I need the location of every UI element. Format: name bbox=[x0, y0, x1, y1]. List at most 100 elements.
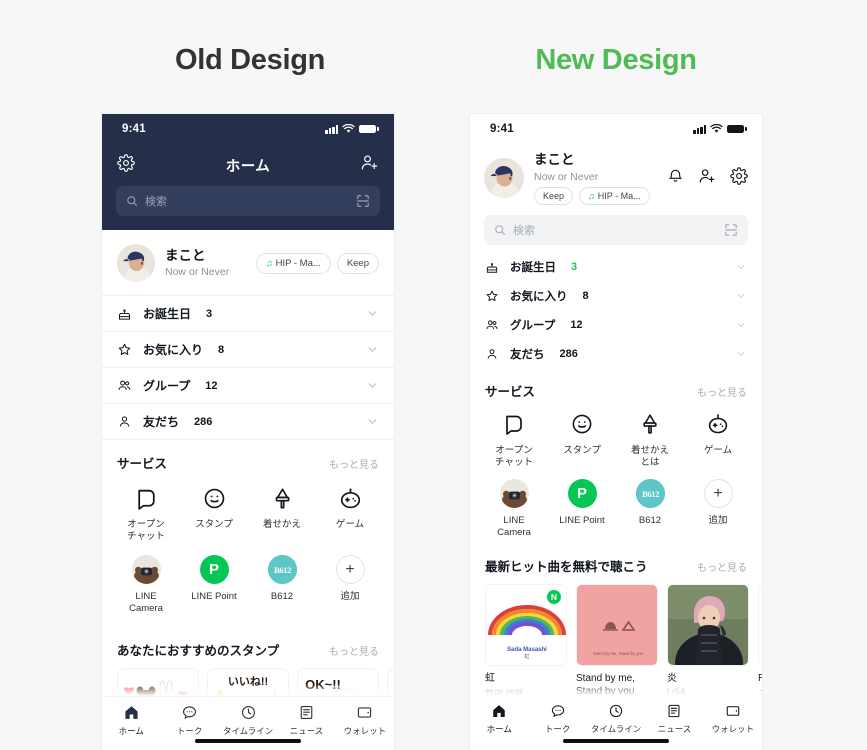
service-add[interactable]: + 追加 bbox=[684, 479, 752, 539]
service-add[interactable]: + 追加 bbox=[316, 555, 384, 615]
tab-talk[interactable]: トーク bbox=[528, 703, 586, 735]
service-label: 追加 bbox=[340, 590, 360, 602]
list-item-birthday[interactable]: お誕生日 3 bbox=[102, 296, 394, 332]
service-label: LINE Point bbox=[559, 514, 605, 526]
services-more-link[interactable]: もっと見る bbox=[329, 456, 379, 471]
list-item-favorites[interactable]: お気に入り 8 bbox=[470, 282, 762, 311]
list-item-friends[interactable]: 友だち 286 bbox=[470, 340, 762, 369]
list-item-groups[interactable]: グループ 12 bbox=[470, 311, 762, 340]
cake-icon bbox=[119, 309, 130, 320]
wifi-icon bbox=[710, 124, 723, 133]
tab-home[interactable]: ホーム bbox=[102, 704, 160, 737]
list-item-friends[interactable]: 友だち 286 bbox=[102, 404, 394, 440]
chevron-down-icon[interactable] bbox=[735, 348, 747, 360]
service-label: スタンプ bbox=[563, 444, 601, 456]
list-item-label: お誕生日 bbox=[510, 262, 556, 275]
add-person-icon[interactable] bbox=[698, 167, 716, 190]
services-more-link[interactable]: もっと見る bbox=[697, 384, 747, 399]
bell-icon[interactable] bbox=[667, 167, 684, 189]
chevron-down-icon[interactable] bbox=[366, 415, 379, 428]
game-robot-icon bbox=[338, 483, 363, 513]
service-line-point[interactable]: P LINE Point bbox=[180, 555, 248, 615]
service-sticker[interactable]: スタンプ bbox=[180, 483, 248, 543]
chevron-down-icon[interactable] bbox=[366, 343, 379, 356]
tab-label: トーク bbox=[544, 724, 571, 734]
service-b612[interactable]: B612 B612 bbox=[248, 555, 316, 615]
service-label: LINE Camera bbox=[129, 590, 163, 614]
chevron-down-icon[interactable] bbox=[735, 261, 747, 273]
list-item-count: 3 bbox=[571, 261, 578, 274]
service-b612[interactable]: B612 B612 bbox=[616, 479, 684, 539]
search-placeholder: 検索 bbox=[513, 224, 535, 237]
service-openchat[interactable]: オープン チャット bbox=[480, 409, 548, 469]
service-label: 着せかえ bbox=[262, 519, 301, 530]
music-card[interactable]: 炎 LiSA bbox=[667, 584, 749, 700]
home-indicator bbox=[195, 738, 301, 743]
profile-row[interactable]: まこと Now or Never ♫ HIP - Ma... Keep bbox=[102, 230, 394, 296]
service-game[interactable]: ゲーム bbox=[684, 409, 752, 469]
svg-text:B612: B612 bbox=[274, 565, 291, 575]
service-label: LINE Camera bbox=[497, 514, 531, 538]
chevron-down-icon[interactable] bbox=[366, 307, 379, 320]
status-bar: 9:41 bbox=[102, 114, 394, 144]
avatar[interactable] bbox=[117, 244, 155, 282]
tab-talk[interactable]: トーク bbox=[160, 704, 218, 737]
keep-chip-label: Keep bbox=[543, 190, 565, 201]
tab-wallet[interactable]: ウォレット bbox=[704, 703, 762, 735]
list-item-label: お気に入り bbox=[510, 291, 568, 304]
service-theme[interactable]: 着せかえ bbox=[248, 483, 316, 543]
music-card[interactable]: Stand by me, Stand by you Stand by me, S… bbox=[576, 584, 658, 700]
stickers-more-link[interactable]: もっと見る bbox=[329, 643, 379, 658]
keep-chip[interactable]: Keep bbox=[336, 252, 379, 274]
service-line-camera[interactable]: LINE Camera bbox=[112, 555, 180, 615]
list-item-label: お誕生日 bbox=[143, 307, 192, 321]
service-openchat[interactable]: オープン チャット bbox=[112, 483, 180, 543]
services-heading: サービス bbox=[117, 457, 168, 471]
list-item-favorites[interactable]: お気に入り 8 bbox=[102, 332, 394, 368]
music-chip[interactable]: ♫ HIP - Ma... bbox=[579, 186, 650, 205]
gear-icon[interactable] bbox=[117, 153, 135, 177]
tab-news[interactable]: ニュース bbox=[645, 703, 703, 735]
tab-timeline[interactable]: タイムライン bbox=[219, 704, 277, 737]
chevron-down-icon[interactable] bbox=[735, 319, 747, 331]
add-person-icon[interactable] bbox=[360, 153, 379, 177]
music-card[interactable]: Sada Masashi 虹 N 虹 菅田 将暉 bbox=[485, 584, 567, 700]
scan-code-icon[interactable] bbox=[356, 194, 370, 208]
tab-label: トーク bbox=[176, 726, 203, 736]
tab-label: タイムライン bbox=[590, 724, 642, 734]
search-input[interactable]: 検索 bbox=[116, 186, 380, 216]
svg-text:Stand by me, Stand by you: Stand by me, Stand by you bbox=[593, 651, 644, 656]
service-theme[interactable]: 着せかえ とは bbox=[616, 409, 684, 469]
person-icon bbox=[119, 416, 130, 427]
keep-chip[interactable]: Keep bbox=[534, 186, 574, 205]
tab-timeline[interactable]: タイムライン bbox=[587, 703, 645, 735]
service-game[interactable]: ゲーム bbox=[316, 483, 384, 543]
music-note-icon: ♫ bbox=[588, 190, 595, 201]
gear-icon[interactable] bbox=[730, 167, 748, 190]
chevron-down-icon[interactable] bbox=[366, 379, 379, 392]
tab-wallet[interactable]: ウォレット bbox=[336, 704, 394, 737]
service-line-camera[interactable]: LINE Camera bbox=[480, 479, 548, 539]
tab-home[interactable]: ホーム bbox=[470, 703, 528, 735]
music-more-link[interactable]: もっと見る bbox=[697, 559, 747, 574]
search-input[interactable]: 検索 bbox=[484, 214, 748, 245]
star-icon bbox=[486, 291, 498, 302]
service-line-point[interactable]: P LINE Point bbox=[548, 479, 616, 539]
service-sticker[interactable]: スタンプ bbox=[548, 409, 616, 469]
music-card[interactable]: RISING SUN RISING SU 三代目 J So bbox=[758, 584, 762, 700]
list-item-count: 3 bbox=[206, 307, 213, 320]
list-item-count: 12 bbox=[205, 379, 218, 392]
tab-news[interactable]: ニュース bbox=[277, 704, 335, 737]
chevron-down-icon[interactable] bbox=[735, 290, 747, 302]
list-item-count: 8 bbox=[582, 290, 589, 303]
avatar[interactable] bbox=[484, 158, 524, 199]
person-icon bbox=[487, 349, 497, 360]
scan-code-icon[interactable] bbox=[724, 223, 738, 237]
services-section-header: サービス もっと見る bbox=[470, 369, 762, 407]
signal-icon bbox=[693, 124, 706, 134]
list-item-groups[interactable]: グループ 12 bbox=[102, 368, 394, 404]
news-icon bbox=[668, 704, 680, 718]
music-chip[interactable]: ♫ HIP - Ma... bbox=[255, 252, 331, 274]
b612-icon: B612 bbox=[267, 555, 297, 585]
list-item-birthday[interactable]: お誕生日 3 bbox=[470, 253, 762, 282]
